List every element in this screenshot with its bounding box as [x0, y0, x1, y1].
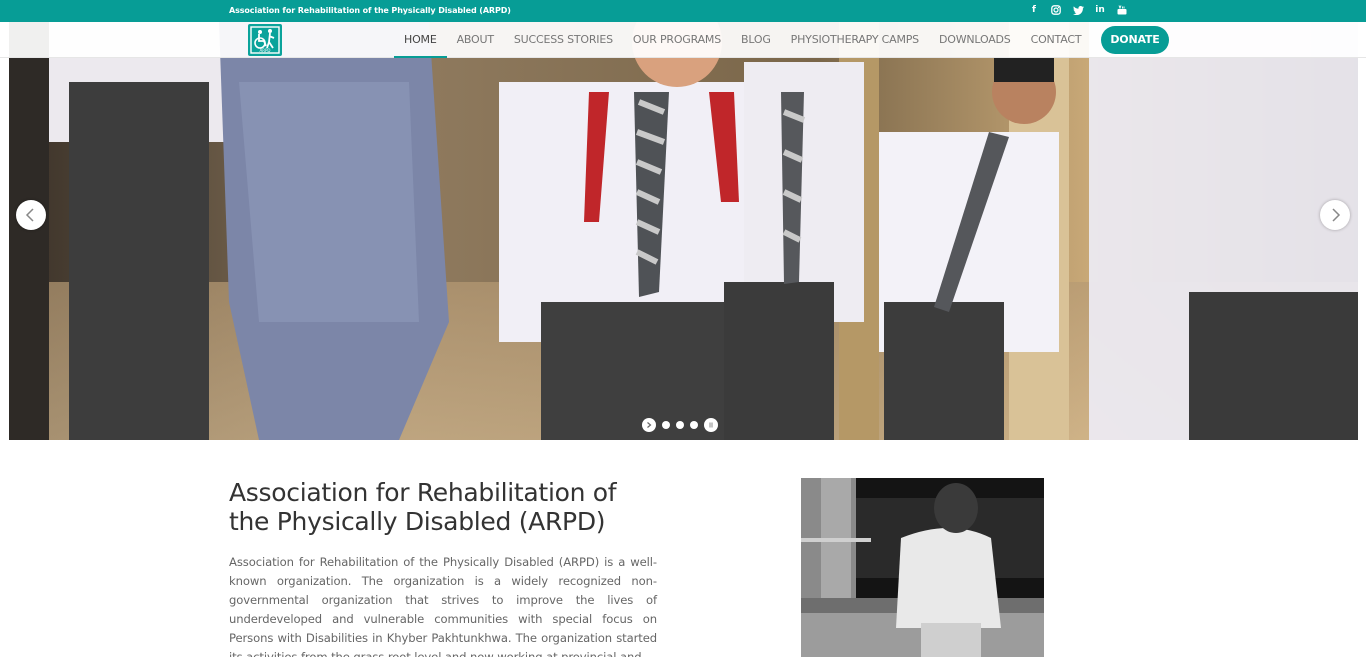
slider-dot[interactable] — [690, 421, 698, 429]
social-links: f in — [1026, 3, 1130, 17]
slider-dot[interactable] — [676, 421, 684, 429]
intro-photo — [801, 478, 1044, 657]
instagram-icon[interactable] — [1048, 3, 1064, 17]
slider-pause-icon[interactable] — [704, 418, 718, 432]
org-name: Association for Rehabilitation of the Ph… — [229, 6, 511, 15]
youtube-icon[interactable] — [1114, 3, 1130, 17]
chevron-left-icon — [25, 208, 34, 222]
nav-about[interactable]: ABOUT — [447, 22, 504, 58]
slider-dot[interactable] — [662, 421, 670, 429]
nav-home[interactable]: HOME — [394, 22, 447, 58]
chevron-right-icon — [1332, 208, 1341, 222]
logo-text: ARPD — [259, 48, 270, 53]
facebook-icon[interactable]: f — [1026, 3, 1042, 17]
main-navbar: ARPD HOME ABOUT SUCCESS STORIES OUR PROG… — [0, 22, 1366, 58]
hero-slider — [9, 22, 1358, 440]
intro-paragraph: Association for Rehabilitation of the Ph… — [229, 555, 657, 657]
donate-button[interactable]: DONATE — [1101, 26, 1169, 54]
slider-dots — [642, 418, 718, 432]
nav-contact[interactable]: CONTACT — [1021, 22, 1092, 58]
hero-image — [9, 22, 1358, 440]
linkedin-icon[interactable]: in — [1092, 3, 1108, 17]
intro-heading: Association for Rehabilitation of the Ph… — [229, 478, 617, 536]
nav-blog[interactable]: BLOG — [731, 22, 781, 58]
nav-downloads[interactable]: DOWNLOADS — [929, 22, 1021, 58]
slider-prev-button[interactable] — [16, 200, 46, 230]
primary-menu: HOME ABOUT SUCCESS STORIES OUR PROGRAMS … — [394, 22, 1169, 58]
slider-next-button[interactable] — [1320, 200, 1350, 230]
nav-success-stories[interactable]: SUCCESS STORIES — [504, 22, 623, 58]
slider-play-icon[interactable] — [642, 418, 656, 432]
nav-our-programs[interactable]: OUR PROGRAMS — [623, 22, 731, 58]
nav-physiotherapy-camps[interactable]: PHYSIOTHERAPY CAMPS — [781, 22, 929, 58]
arpd-logo[interactable]: ARPD — [248, 24, 282, 56]
top-bar: Association for Rehabilitation of the Ph… — [0, 0, 1366, 22]
twitter-icon[interactable] — [1070, 3, 1086, 17]
